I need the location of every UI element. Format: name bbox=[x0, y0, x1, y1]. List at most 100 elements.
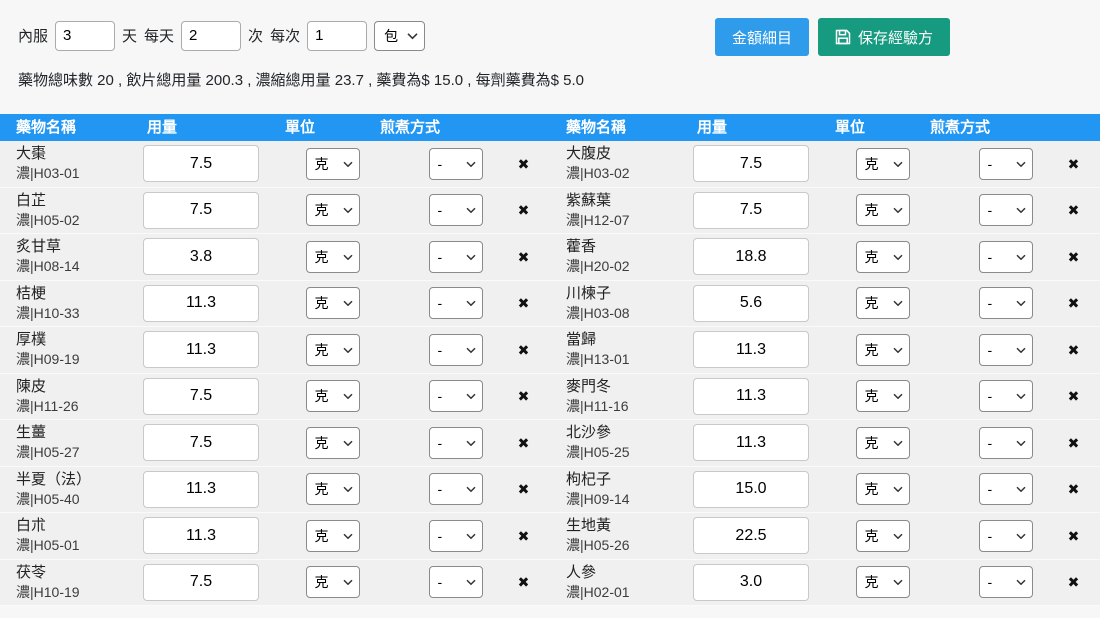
method-select[interactable]: - bbox=[429, 287, 483, 319]
remove-herb-icon[interactable]: ✖ bbox=[518, 203, 530, 217]
amount-input[interactable] bbox=[693, 145, 809, 182]
method-select[interactable]: - bbox=[429, 380, 483, 412]
days-unit-label: 天 bbox=[122, 25, 137, 46]
unit-select[interactable]: 克 bbox=[856, 380, 910, 412]
amount-input[interactable] bbox=[143, 192, 259, 229]
amount-input[interactable] bbox=[693, 238, 809, 275]
remove-herb-icon[interactable]: ✖ bbox=[1068, 250, 1080, 264]
times-per-day-input[interactable] bbox=[181, 21, 241, 51]
amount-per-time-input[interactable] bbox=[307, 21, 367, 51]
method-select[interactable]: - bbox=[429, 473, 483, 505]
method-select[interactable]: - bbox=[979, 427, 1033, 459]
remove-herb-icon[interactable]: ✖ bbox=[518, 343, 530, 357]
herb-name-cell: 桔梗 濃|H10-33 bbox=[0, 281, 143, 327]
unit-select[interactable]: 克 bbox=[306, 334, 360, 366]
unit-select[interactable]: 克 bbox=[306, 473, 360, 505]
herb-entry: 生地黃 濃|H05-26 克 - ✖ bbox=[550, 513, 1100, 559]
unit-select[interactable]: 克 bbox=[306, 520, 360, 552]
remove-herb-icon[interactable]: ✖ bbox=[1068, 389, 1080, 403]
amount-cell bbox=[143, 188, 265, 234]
method-select[interactable]: - bbox=[429, 566, 483, 598]
amount-input[interactable] bbox=[143, 471, 259, 508]
amount-input[interactable] bbox=[693, 331, 809, 368]
amount-input[interactable] bbox=[693, 517, 809, 554]
amount-detail-button[interactable]: 金額細目 bbox=[715, 18, 809, 56]
remove-herb-icon[interactable]: ✖ bbox=[518, 575, 530, 589]
amount-input[interactable] bbox=[693, 285, 809, 322]
remove-herb-icon[interactable]: ✖ bbox=[1068, 343, 1080, 357]
amount-input[interactable] bbox=[143, 517, 259, 554]
method-select[interactable]: - bbox=[429, 241, 483, 273]
amount-input[interactable] bbox=[143, 285, 259, 322]
method-select[interactable]: - bbox=[429, 427, 483, 459]
remove-herb-icon[interactable]: ✖ bbox=[518, 296, 530, 310]
days-input[interactable] bbox=[55, 21, 115, 51]
method-select[interactable]: - bbox=[979, 241, 1033, 273]
amount-input[interactable] bbox=[143, 378, 259, 415]
amount-input[interactable] bbox=[143, 145, 259, 182]
remove-herb-icon[interactable]: ✖ bbox=[518, 436, 530, 450]
unit-select[interactable]: 克 bbox=[306, 380, 360, 412]
remove-herb-icon[interactable]: ✖ bbox=[1068, 157, 1080, 171]
package-unit-select[interactable]: 包 bbox=[374, 21, 425, 51]
unit-select[interactable]: 克 bbox=[856, 148, 910, 180]
header-amount: 用量 bbox=[697, 114, 835, 141]
remove-herb-icon[interactable]: ✖ bbox=[1068, 482, 1080, 496]
unit-select[interactable]: 克 bbox=[306, 148, 360, 180]
unit-select[interactable]: 克 bbox=[306, 566, 360, 598]
method-select[interactable]: - bbox=[429, 520, 483, 552]
package-unit-select-wrap: 包 bbox=[374, 21, 425, 51]
method-select[interactable]: - bbox=[979, 334, 1033, 366]
unit-select[interactable]: 克 bbox=[856, 473, 910, 505]
herb-name-cell: 麥門冬 濃|H11-16 bbox=[550, 374, 693, 420]
amount-input[interactable] bbox=[693, 564, 809, 601]
amount-input[interactable] bbox=[143, 238, 259, 275]
unit-select[interactable]: 克 bbox=[306, 194, 360, 226]
method-select[interactable]: - bbox=[979, 473, 1033, 505]
amount-cell bbox=[143, 234, 265, 280]
remove-herb-icon[interactable]: ✖ bbox=[1068, 203, 1080, 217]
remove-herb-icon[interactable]: ✖ bbox=[1068, 296, 1080, 310]
method-select[interactable]: - bbox=[429, 148, 483, 180]
remove-herb-icon[interactable]: ✖ bbox=[518, 389, 530, 403]
remove-herb-icon[interactable]: ✖ bbox=[518, 250, 530, 264]
amount-input[interactable] bbox=[693, 378, 809, 415]
method-select[interactable]: - bbox=[979, 194, 1033, 226]
herb-name: 麥門冬 bbox=[566, 376, 611, 397]
unit-select[interactable]: 克 bbox=[306, 241, 360, 273]
amount-input[interactable] bbox=[693, 192, 809, 229]
method-select[interactable]: - bbox=[979, 380, 1033, 412]
herb-code: 濃|H05-27 bbox=[16, 443, 80, 463]
unit-select[interactable]: 克 bbox=[306, 427, 360, 459]
unit-select[interactable]: 克 bbox=[856, 427, 910, 459]
herb-name-cell: 生地黃 濃|H05-26 bbox=[550, 513, 693, 559]
unit-select[interactable]: 克 bbox=[856, 287, 910, 319]
remove-herb-icon[interactable]: ✖ bbox=[1068, 529, 1080, 543]
remove-herb-icon[interactable]: ✖ bbox=[518, 157, 530, 171]
amount-input[interactable] bbox=[143, 424, 259, 461]
method-select-wrap: - bbox=[979, 287, 1033, 319]
remove-herb-icon[interactable]: ✖ bbox=[518, 529, 530, 543]
method-select[interactable]: - bbox=[979, 520, 1033, 552]
method-select[interactable]: - bbox=[429, 334, 483, 366]
method-select[interactable]: - bbox=[979, 287, 1033, 319]
save-recipe-label: 保存經驗方 bbox=[858, 27, 933, 48]
unit-select[interactable]: 克 bbox=[856, 520, 910, 552]
remove-herb-icon[interactable]: ✖ bbox=[518, 482, 530, 496]
unit-select[interactable]: 克 bbox=[856, 194, 910, 226]
save-recipe-button[interactable]: 保存經驗方 bbox=[818, 18, 950, 56]
method-select[interactable]: - bbox=[979, 566, 1033, 598]
remove-herb-icon[interactable]: ✖ bbox=[1068, 436, 1080, 450]
amount-input[interactable] bbox=[143, 564, 259, 601]
unit-select[interactable]: 克 bbox=[306, 287, 360, 319]
amount-input[interactable] bbox=[143, 331, 259, 368]
amount-input[interactable] bbox=[693, 424, 809, 461]
unit-select[interactable]: 克 bbox=[856, 334, 910, 366]
unit-select[interactable]: 克 bbox=[856, 241, 910, 273]
remove-herb-icon[interactable]: ✖ bbox=[1068, 575, 1080, 589]
unit-select[interactable]: 克 bbox=[856, 566, 910, 598]
amount-input[interactable] bbox=[693, 471, 809, 508]
method-select-wrap: - bbox=[429, 380, 483, 412]
method-select[interactable]: - bbox=[429, 194, 483, 226]
method-select[interactable]: - bbox=[979, 148, 1033, 180]
